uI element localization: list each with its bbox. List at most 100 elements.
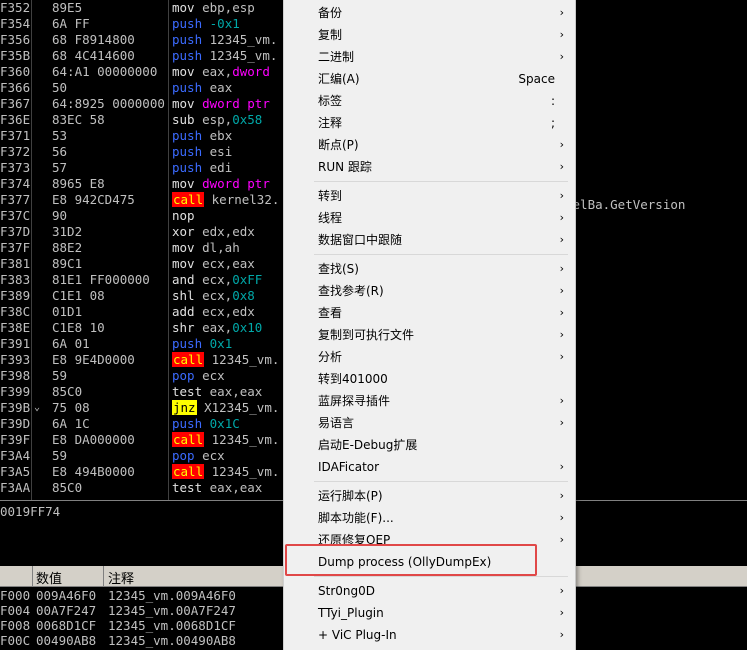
menu-item-label: 汇编(A) <box>318 72 360 86</box>
menu-item-view[interactable]: 查看 › <box>284 302 575 324</box>
menu-item-search[interactable]: 查找(S) › <box>284 258 575 280</box>
stack-comment: 12345_vm.00490AB8 <box>108 633 236 648</box>
address: F37D <box>0 224 30 239</box>
header-divider[interactable] <box>103 566 104 586</box>
stack-address: F008 <box>0 618 30 633</box>
operands: ecx,0xFF <box>202 272 262 287</box>
chevron-right-icon: › <box>559 160 564 173</box>
menu-item-follow-in-dump[interactable]: 数据窗口中跟随 › <box>284 229 575 251</box>
stack-address: F004 <box>0 603 30 618</box>
operands: edi <box>210 160 233 175</box>
stack-address: F000 <box>0 588 30 603</box>
menu-item-label: TTyi_Plugin <box>318 606 384 620</box>
menu-item-label: 二进制 <box>318 50 355 64</box>
hex-bytes: 75 08 <box>52 400 90 415</box>
stack-value: 009A46F0 <box>36 588 97 603</box>
mnemonic: call <box>172 432 205 447</box>
hex-bytes: 64:8925 0000000 <box>52 96 165 111</box>
instruction: call 12345_vm. <box>172 352 279 368</box>
menu-item-label: 备份 <box>318 6 343 20</box>
hex-bytes: E8 9E4D0000 <box>52 352 135 367</box>
menu-item-threads[interactable]: 线程 › <box>284 207 575 229</box>
operands: esp,0x58 <box>202 112 262 127</box>
mnemonic: xor <box>172 224 195 239</box>
menu-item-assemble[interactable]: 汇编(A) Space <box>284 68 575 90</box>
operands: eax,0x10 <box>202 320 262 335</box>
menu-item-goto[interactable]: 转到 › <box>284 185 575 207</box>
operand: 0x1 <box>209 336 233 351</box>
menu-item-comment[interactable]: 注释; <box>284 112 575 134</box>
mnemonic: push <box>172 32 203 47</box>
col-comment-header[interactable]: 注释 <box>108 568 134 587</box>
col-value-header[interactable]: 数值 <box>36 568 62 587</box>
menu-item-e-language[interactable]: 易语言 › <box>284 412 575 434</box>
menu-item-analysis[interactable]: 分析 › <box>284 346 575 368</box>
api-comment: nelBa.GetVersion <box>565 197 686 212</box>
hex-bytes: 83EC 58 <box>52 112 105 127</box>
instruction: and ecx,0xFF <box>172 272 262 288</box>
menu-item-label: 线程 <box>318 211 343 225</box>
menu-item-bsod-plugin[interactable]: 蓝屏探寻插件 › <box>284 390 575 412</box>
menu-item-run-trace[interactable]: RUN 跟踪 › <box>284 156 575 178</box>
menu-item-label: 脚本功能(F)... <box>318 511 394 525</box>
address: F354 <box>0 16 30 31</box>
hex-bytes: 6A 01 <box>52 336 90 351</box>
menu-item-strongod[interactable]: Str0ng0D › <box>284 580 575 602</box>
stack-address: F00C <box>0 633 30 648</box>
menu-item-find-references[interactable]: 查找参考(R) › <box>284 280 575 302</box>
operand: dword <box>232 64 270 79</box>
info-text: 0019FF74 <box>0 504 61 519</box>
menu-item-copy-to-executable[interactable]: 复制到可执行文件 › <box>284 324 575 346</box>
address: F372 <box>0 144 30 159</box>
menu-item-breakpoint[interactable]: 断点(P) › <box>284 134 575 156</box>
chevron-right-icon: › <box>559 416 564 429</box>
stack-value: 00A7F247 <box>36 603 97 618</box>
address: F391 <box>0 336 30 351</box>
menu-item-goto-401000[interactable]: 转到401000 <box>284 368 575 390</box>
menu-item-label: 启动E-Debug扩展 <box>318 438 418 452</box>
address: F39F <box>0 432 30 447</box>
operand: dword ptr <box>202 96 270 111</box>
menu-item-run-script[interactable]: 运行脚本(P) › <box>284 485 575 507</box>
menu-item-ttyi-plugin[interactable]: TTyi_Plugin › <box>284 602 575 624</box>
address: F39D <box>0 416 30 431</box>
address: F399 <box>0 384 30 399</box>
address: F381 <box>0 256 30 271</box>
operand: eax, <box>202 320 233 335</box>
menu-item-script-functions[interactable]: 脚本功能(F)... › <box>284 507 575 529</box>
instruction: xor edx,edx <box>172 224 255 240</box>
operand: eax <box>209 80 233 95</box>
operands: kernel32. <box>212 192 280 207</box>
mnemonic: pop <box>172 448 195 463</box>
mnemonic: mov <box>172 176 195 191</box>
instruction: push 12345_vm. <box>172 48 277 64</box>
menu-item-backup[interactable]: 备份 › <box>284 2 575 24</box>
menu-item-binary[interactable]: 二进制 › <box>284 46 575 68</box>
instruction: mov ebp,esp <box>172 0 255 16</box>
address: F389 <box>0 288 30 303</box>
hex-bytes: 88E2 <box>52 240 83 255</box>
chevron-right-icon: › <box>559 28 564 41</box>
mnemonic: nop <box>172 208 195 223</box>
instruction: call 12345_vm. <box>172 432 279 448</box>
header-divider[interactable] <box>32 566 33 586</box>
instruction: push eax <box>172 80 232 96</box>
hex-bytes: 89E5 <box>52 0 83 15</box>
menu-item-label[interactable]: 标签: <box>284 90 575 112</box>
instruction: nop <box>172 208 195 224</box>
operand: -0x1 <box>209 16 240 31</box>
menu-item-label: Str0ng0D <box>318 584 375 598</box>
mnemonic: push <box>172 80 203 95</box>
instruction: push ebx <box>172 128 232 144</box>
operands: dword ptr <box>202 96 270 111</box>
menu-item-label: 运行脚本(P) <box>318 489 383 503</box>
operand: 0xFF <box>232 272 263 287</box>
menu-item-vic-plugin[interactable]: + ViC Plug-In › <box>284 624 575 646</box>
menu-item-e-debug[interactable]: 启动E-Debug扩展 <box>284 434 575 456</box>
menu-item-idaficator[interactable]: IDAFicator › <box>284 456 575 478</box>
hex-bytes: 90 <box>52 208 68 223</box>
mnemonic: test <box>172 384 203 399</box>
menu-item-copy[interactable]: 复制 › <box>284 24 575 46</box>
operands: ebp,esp <box>202 0 255 15</box>
operands: 12345_vm. <box>210 32 278 47</box>
